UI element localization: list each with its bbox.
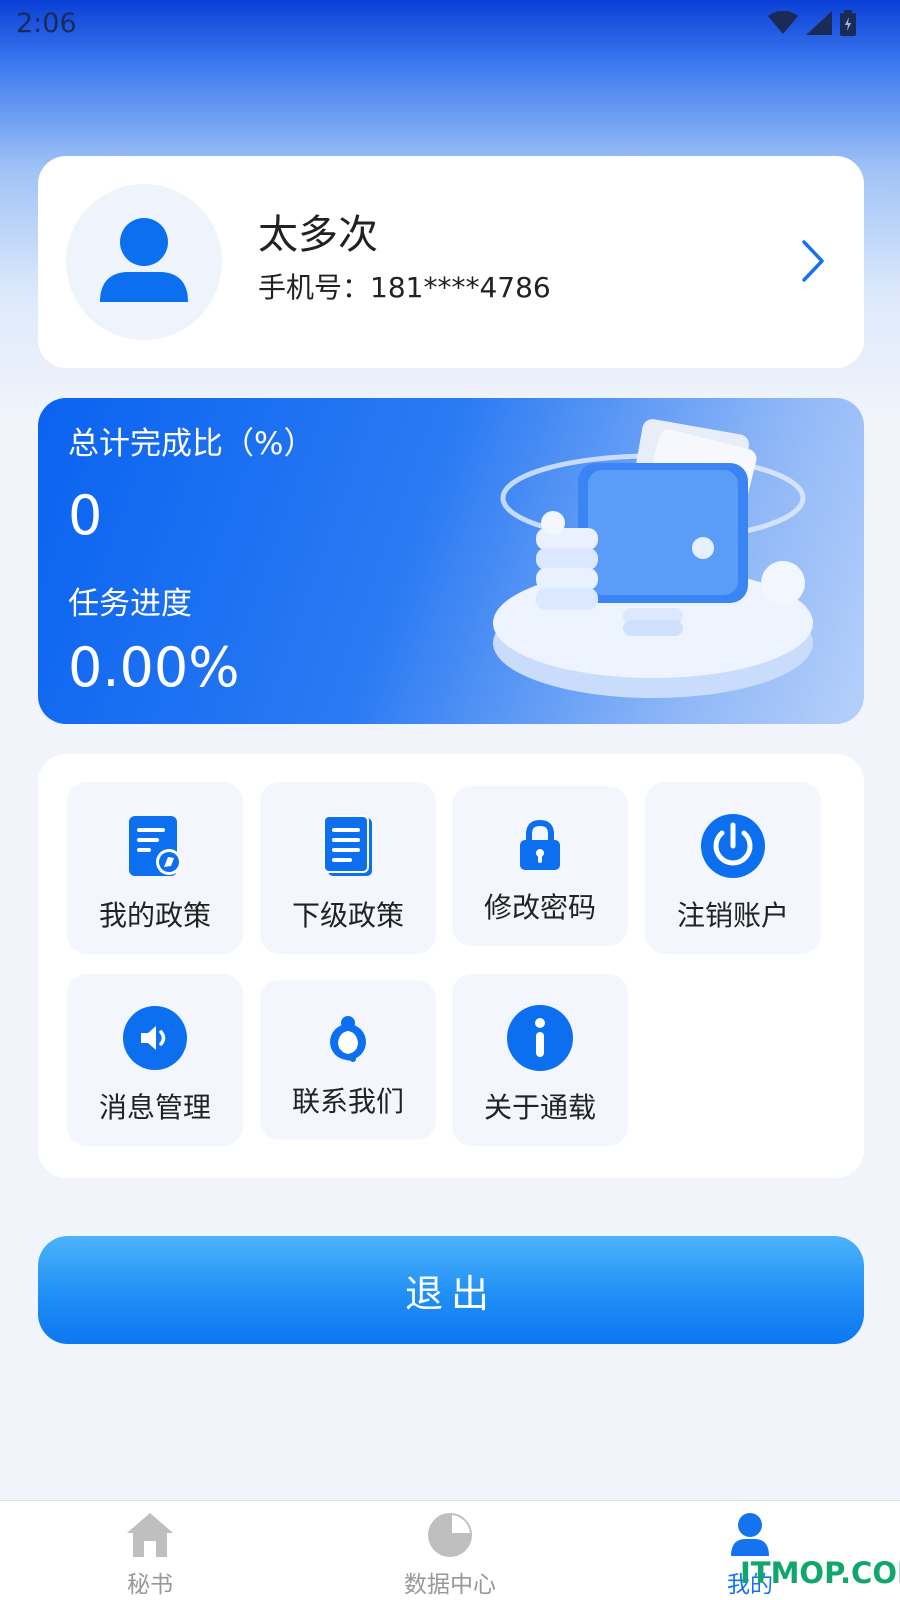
nav-item-secretary[interactable]: 秘书 <box>50 1507 250 1599</box>
user-avatar-icon <box>100 218 188 302</box>
home-icon <box>127 1513 173 1557</box>
status-bar: 2:06 <box>0 0 900 50</box>
chevron-right-icon[interactable] <box>800 238 826 284</box>
wallet-illustration <box>493 419 813 698</box>
task-progress-label: 任务进度 <box>68 586 192 622</box>
menu-card: 我的政策 下级政策 修改密码 注销账户 消息管理 联系我们 关于通载 <box>38 754 864 1178</box>
message-management-button[interactable]: 消息管理 <box>67 974 243 1146</box>
subordinate-policy-button[interactable]: 下级政策 <box>260 782 436 954</box>
menu-item-label: 联系我们 <box>291 1085 404 1118</box>
profile-card[interactable]: 太多次 手机号：181****4786 <box>38 156 864 368</box>
completion-value: 0 <box>68 484 103 547</box>
nav-item-data-center[interactable]: 数据中心 <box>350 1507 550 1599</box>
power-icon <box>701 814 765 878</box>
task-progress-value: 0.00% <box>68 636 240 699</box>
battery-icon <box>840 10 856 36</box>
status-icons <box>768 10 856 36</box>
pie-chart-icon <box>428 1513 472 1557</box>
headset-icon <box>330 1016 366 1062</box>
user-icon <box>731 1513 769 1556</box>
logout-button[interactable]: 退出 <box>38 1236 864 1344</box>
status-time: 2:06 <box>16 8 77 39</box>
user-phone: 手机号：181****4786 <box>258 271 551 304</box>
change-password-button[interactable]: 修改密码 <box>452 786 628 946</box>
contact-us-button[interactable]: 联系我们 <box>260 980 436 1140</box>
lock-icon <box>520 820 560 870</box>
progress-card: 总计完成比（%） 0 任务进度 0.00% <box>38 398 864 724</box>
nav-label: 数据中心 <box>404 1572 496 1598</box>
about-button[interactable]: 关于通载 <box>452 974 628 1146</box>
menu-item-label: 注销账户 <box>676 899 789 932</box>
user-name: 太多次 <box>258 212 378 258</box>
watermark: ITMOP.COM <box>740 1556 900 1590</box>
completion-label: 总计完成比（%） <box>68 426 315 462</box>
nav-label: 秘书 <box>127 1572 173 1598</box>
menu-item-label: 关于通载 <box>483 1091 596 1124</box>
info-icon <box>507 1005 573 1071</box>
avatar <box>66 184 222 340</box>
cellular-signal-icon <box>806 11 832 35</box>
menu-item-label: 消息管理 <box>98 1091 211 1124</box>
my-policy-button[interactable]: 我的政策 <box>67 782 243 954</box>
document-icon <box>129 816 182 876</box>
wifi-icon <box>768 11 798 34</box>
speaker-icon <box>123 1006 187 1070</box>
menu-item-label: 修改密码 <box>483 891 596 924</box>
cancel-account-button[interactable]: 注销账户 <box>645 782 821 954</box>
menu-item-label: 我的政策 <box>98 899 211 932</box>
menu-item-label: 下级政策 <box>291 899 404 932</box>
notebook-icon <box>323 815 372 876</box>
